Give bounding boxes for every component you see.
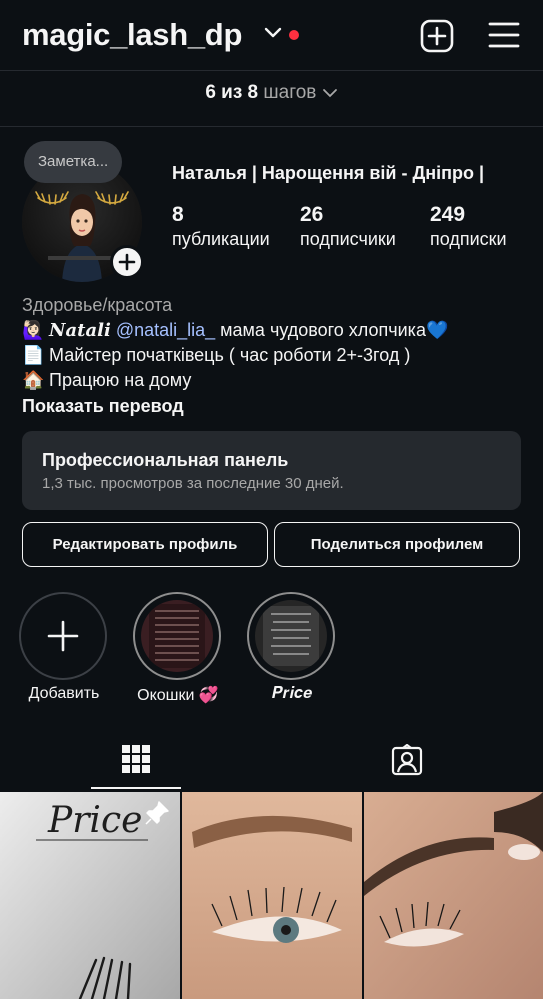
document-icon: 📄: [22, 345, 45, 365]
highlight-okoshki-label: Окошки 💞: [137, 687, 219, 704]
post-thumbnail-price[interactable]: Price: [0, 792, 180, 999]
account-username[interactable]: magic_lash_dp: [22, 17, 242, 53]
chevron-down-icon: [322, 82, 338, 103]
post-caption-price: Price: [48, 800, 143, 841]
house-icon: 🏠: [22, 370, 45, 390]
bio-text: Працюю на дому: [49, 370, 192, 390]
stat-posts-value: 8: [172, 203, 184, 226]
highlight-okoshki[interactable]: Окошки 💞: [133, 592, 223, 705]
notification-dot: [289, 30, 299, 40]
add-story-button[interactable]: [110, 245, 144, 279]
steps-divider: [0, 126, 543, 127]
highlight-add[interactable]: Добавить: [19, 592, 109, 703]
bio-line-3: 🏠 Працюю на дому: [22, 370, 191, 391]
active-tab-indicator: [91, 787, 181, 789]
stat-followers[interactable]: 26 подписчики: [300, 203, 396, 250]
show-translation-link[interactable]: Показать перевод: [22, 396, 184, 417]
highlight-okoshki-ring: [133, 592, 221, 680]
note-bubble[interactable]: Заметка...: [24, 141, 123, 183]
highlight-okoshki-cover: [141, 600, 213, 672]
grid-icon: [122, 745, 150, 773]
setup-progress-suffix: шагов: [263, 82, 317, 103]
plus-icon: [47, 620, 79, 652]
share-profile-button[interactable]: Поделиться профилем: [274, 522, 520, 567]
tagged-person-icon: [391, 744, 423, 776]
stat-followers-value: 26: [300, 203, 324, 226]
post-thumbnail-lashes-2[interactable]: [364, 792, 543, 999]
stat-following-value: 249: [430, 203, 466, 226]
pin-icon: [144, 800, 170, 831]
highlight-add-ring: [19, 592, 107, 680]
highlight-price[interactable]: 𝑷𝒓𝒊𝒄𝒆: [247, 592, 337, 703]
stat-posts[interactable]: 8 публикации: [172, 203, 270, 250]
post-thumbnail-lashes-1[interactable]: [182, 792, 362, 999]
stat-followers-label: подписчики: [300, 229, 396, 249]
bio-mention-link[interactable]: @natali_lia_: [116, 320, 215, 340]
bio-text: Майстер початківець ( час роботи 2+-3год…: [49, 345, 411, 365]
stat-following[interactable]: 249 подписки: [430, 203, 507, 250]
edit-profile-button[interactable]: Редактировать профиль: [22, 522, 268, 567]
stat-posts-label: публикации: [172, 229, 270, 249]
header-divider: [0, 70, 543, 71]
tab-posts-grid[interactable]: [91, 738, 181, 790]
highlight-price-ring: [247, 592, 335, 680]
create-post-icon[interactable]: [420, 19, 454, 58]
bio-line-1: 🙋🏻‍♀️ 𝑵𝒂𝒕𝒂𝒍𝒊 @natali_lia_ мама чудового …: [22, 320, 448, 341]
bio-text: мама чудового хлопчика: [220, 320, 426, 340]
setup-progress[interactable]: 6 из 8 шагов: [0, 82, 543, 104]
plus-icon: [118, 253, 136, 271]
tab-tagged[interactable]: [362, 738, 452, 790]
menu-icon[interactable]: [488, 21, 520, 54]
raising-hand-icon: 🙋🏻‍♀️: [22, 320, 45, 340]
highlight-price-cover: [255, 600, 327, 672]
profile-full-name: Наталья | Нарощення вій - Дніпро |: [172, 163, 485, 183]
profile-category: Здоровье/красота: [22, 295, 173, 315]
professional-dashboard-title: Профессиональная панель: [42, 450, 289, 470]
bio-name: 𝑵𝒂𝒕𝒂𝒍𝒊: [49, 320, 111, 341]
setup-progress-count: 6 из 8: [205, 82, 259, 103]
bio-line-2: 📄 Майстер початківець ( час роботи 2+-3г…: [22, 345, 410, 366]
highlight-price-label: 𝑷𝒓𝒊𝒄𝒆: [271, 685, 313, 702]
highlight-add-label: Добавить: [28, 685, 100, 702]
professional-dashboard[interactable]: Профессиональная панель 1,3 тыс. просмот…: [22, 431, 521, 510]
stat-following-label: подписки: [430, 229, 507, 249]
top-bar: magic_lash_dp: [0, 0, 543, 70]
blue-heart-icon: 💙: [425, 320, 449, 340]
professional-dashboard-subtitle: 1,3 тыс. просмотров за последние 30 дней…: [42, 475, 344, 492]
chevron-down-icon[interactable]: [264, 26, 282, 45]
